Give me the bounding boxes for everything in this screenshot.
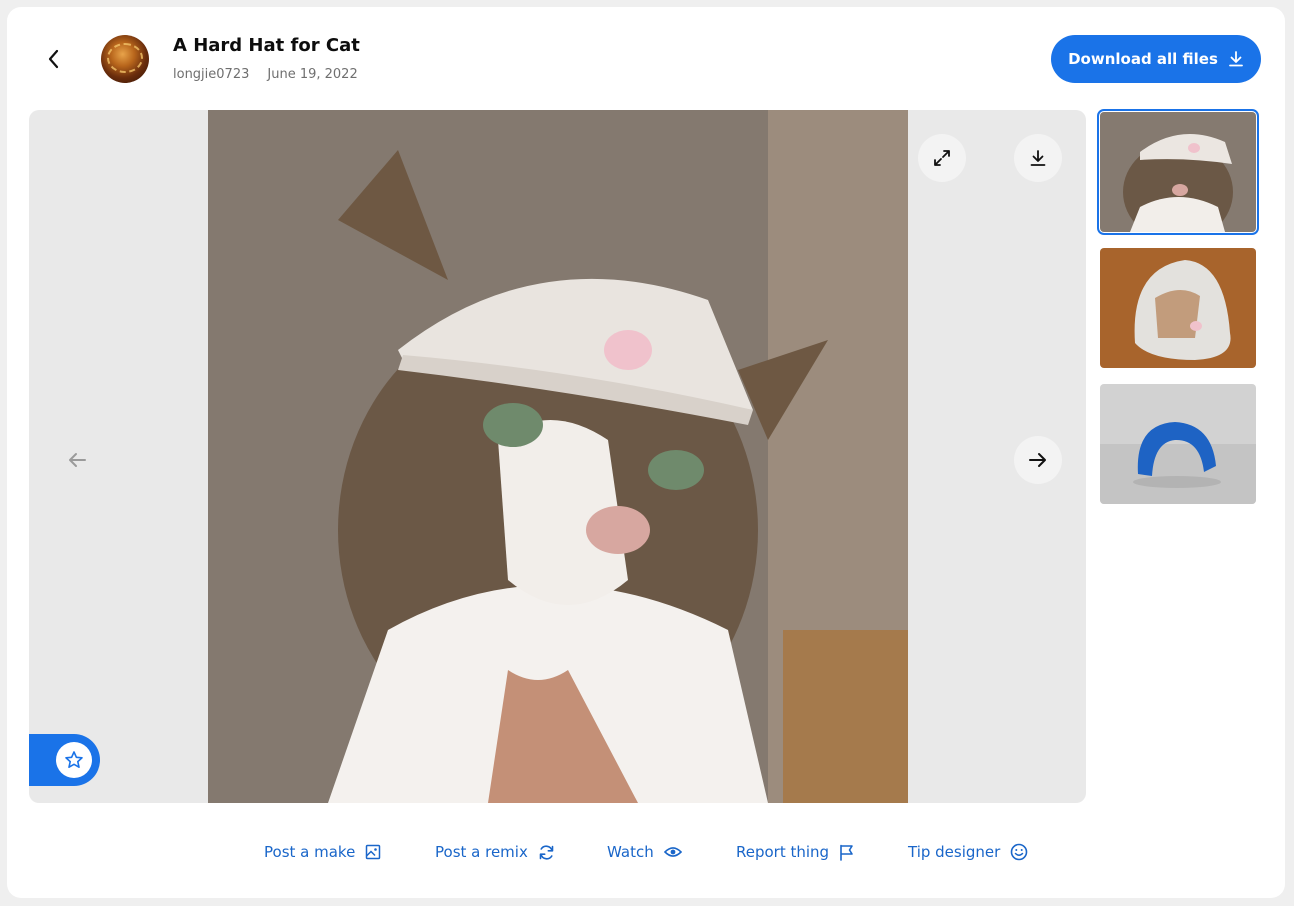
back-button[interactable] bbox=[40, 44, 68, 74]
flag-icon bbox=[840, 844, 853, 861]
thumbnail-2[interactable] bbox=[1100, 248, 1256, 368]
fullscreen-button[interactable] bbox=[918, 134, 966, 182]
chevron-left-icon bbox=[48, 49, 59, 69]
next-image-button[interactable] bbox=[1014, 436, 1062, 484]
refresh-icon bbox=[539, 844, 554, 860]
arrow-right-icon bbox=[1029, 453, 1046, 467]
page-title: A Hard Hat for Cat bbox=[173, 35, 360, 56]
expand-icon bbox=[934, 150, 950, 166]
tip-designer-action[interactable]: Tip designer bbox=[908, 840, 1038, 864]
thumbnail-1[interactable] bbox=[1097, 109, 1259, 235]
previous-image-button[interactable] bbox=[59, 442, 95, 478]
post-make-action[interactable]: Post a make bbox=[264, 840, 435, 864]
thumbnail-3[interactable] bbox=[1100, 384, 1256, 504]
post-remix-action[interactable]: Post a remix bbox=[435, 840, 607, 864]
download-image-button[interactable] bbox=[1014, 134, 1062, 182]
image-icon bbox=[366, 844, 381, 860]
download-icon bbox=[1229, 51, 1243, 67]
avatar[interactable] bbox=[101, 35, 149, 83]
publish-date: June 19, 2022 bbox=[267, 67, 358, 82]
action-bar: Post a make Post a remix Watch Report th… bbox=[264, 840, 1038, 864]
report-thing-action[interactable]: Report thing bbox=[736, 840, 908, 864]
download-icon bbox=[1030, 150, 1046, 166]
watch-action[interactable]: Watch bbox=[607, 840, 736, 864]
download-all-label: Download all files bbox=[1068, 50, 1218, 68]
eye-icon bbox=[663, 847, 682, 857]
smile-icon bbox=[1011, 843, 1028, 861]
thing-meta: longjie0723 June 19, 2022 bbox=[173, 67, 358, 82]
star-icon bbox=[65, 751, 83, 768]
arrow-left-icon bbox=[69, 453, 86, 467]
author-link[interactable]: longjie0723 bbox=[173, 67, 249, 82]
image-viewer bbox=[29, 110, 1086, 803]
main-photo bbox=[208, 110, 908, 803]
favorite-button[interactable] bbox=[29, 734, 100, 786]
download-all-button[interactable]: Download all files bbox=[1051, 35, 1261, 83]
